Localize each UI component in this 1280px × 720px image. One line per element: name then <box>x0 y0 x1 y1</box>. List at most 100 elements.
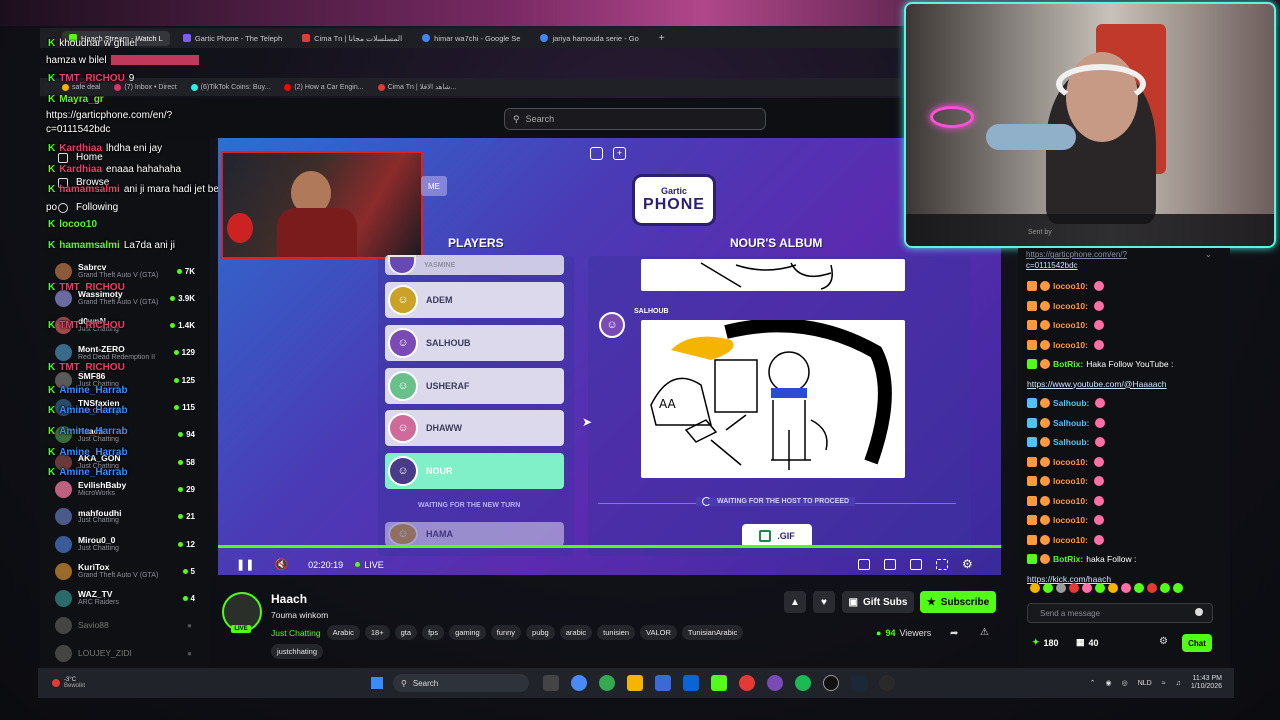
tag[interactable]: gta <box>394 625 418 640</box>
progress-bar[interactable] <box>218 545 1001 548</box>
sidebar-item-following[interactable]: Following <box>58 202 118 213</box>
chat-username[interactable]: Salhoub: <box>1053 398 1089 408</box>
weather-widget[interactable]: -3°C Bewolkt <box>52 677 85 689</box>
chat-username[interactable]: locoo10: <box>1053 457 1088 467</box>
player-row[interactable]: ☺ USHERAF <box>385 368 564 404</box>
chat-send-button[interactable]: Chat <box>1182 634 1212 652</box>
pip-icon[interactable] <box>910 558 922 570</box>
tag[interactable]: funny <box>490 625 522 640</box>
emote-icon[interactable] <box>1108 583 1118 593</box>
expand-icon[interactable]: + <box>613 147 626 160</box>
chat-username[interactable]: locoo10: <box>1053 476 1088 486</box>
chat-username[interactable]: Salhoub: <box>1053 418 1089 428</box>
sidebar-channel[interactable]: Mirou0_0 Just Chatting 12 <box>55 531 195 557</box>
chat-settings-gear-icon[interactable]: ⚙ <box>1159 636 1168 647</box>
tag[interactable]: fps <box>422 625 445 640</box>
chat-username[interactable]: BotRix: <box>1053 554 1083 564</box>
chat-username[interactable]: locoo10: <box>1053 281 1088 291</box>
search-input[interactable]: ⚲ Search <box>504 108 766 130</box>
emote-icon[interactable] <box>1134 583 1144 593</box>
bookmark[interactable]: (6)TikTok Coins: Buy... <box>190 83 270 91</box>
emote-icon[interactable] <box>1160 583 1170 593</box>
chat-username[interactable]: locoo10: <box>1053 515 1088 525</box>
player-row[interactable]: YASMINE <box>385 255 564 275</box>
bookmark[interactable]: Cima Tn | شاهد الافلا... <box>377 83 456 91</box>
chat-username[interactable]: locoo10: <box>1053 496 1088 506</box>
subscribe-button[interactable]: ★ Subscribe <box>920 591 996 613</box>
sidebar-channel[interactable]: EvilishBaby MicroWorks 29 <box>55 476 195 502</box>
channel-points[interactable]: ✦ 180 <box>1032 637 1059 648</box>
tag[interactable]: pubg <box>526 625 555 640</box>
mic-icon[interactable]: ◎ <box>1122 679 1128 687</box>
browser-tab[interactable]: Gartic Phone - The Teleph <box>176 31 289 46</box>
notification-bell-icon[interactable]: ▲ <box>784 591 806 613</box>
report-icon[interactable]: ⚠ <box>980 627 989 638</box>
sidebar-channel[interactable]: KuriTox Grand Theft Auto V (GTA) 5 <box>55 558 195 584</box>
emote-icon[interactable] <box>1030 583 1040 593</box>
spotify-icon[interactable] <box>795 675 812 691</box>
steam-icon[interactable] <box>851 675 868 691</box>
chat-input[interactable]: Send a message <box>1027 603 1213 623</box>
browser-tab[interactable]: Cima Tn | المسلسلات مجانا <box>295 31 409 46</box>
file-explorer-icon[interactable] <box>627 675 644 691</box>
copilot-icon[interactable] <box>571 675 588 691</box>
emote-icon[interactable] <box>1069 583 1079 593</box>
chat-message-link[interactable]: https://www.youtube.com/@Haaaach <box>1027 379 1167 389</box>
bookmark[interactable]: (7) Inbox • Direct <box>114 83 177 91</box>
taskbar-search[interactable]: ⚲ Search <box>393 674 530 692</box>
tag[interactable]: arabic <box>559 625 593 640</box>
browser-tab[interactable]: jariya hamouda serie - Go <box>533 31 645 46</box>
windows-start-icon[interactable] <box>371 677 384 689</box>
clip-icon[interactable] <box>858 558 870 570</box>
bookmark[interactable]: safe deal <box>62 83 100 91</box>
chat-username[interactable]: locoo10: <box>1053 301 1088 311</box>
pause-icon[interactable]: ❚❚ <box>236 558 254 571</box>
chat-username[interactable]: locoo10: <box>1053 320 1088 330</box>
pinned-link[interactable]: c=0111542bdc <box>1026 260 1127 271</box>
chevron-up-icon[interactable]: ⌃ <box>1090 679 1096 687</box>
tag[interactable]: gaming <box>449 625 486 640</box>
wifi-icon[interactable]: ≈ <box>1162 680 1166 687</box>
theater-icon[interactable] <box>884 558 896 570</box>
chat-username[interactable]: locoo10: <box>1053 340 1088 350</box>
sidebar-channel[interactable]: Savio88 ● <box>55 613 195 639</box>
gift-subs-button[interactable]: ▣ Gift Subs <box>842 591 914 613</box>
share-icon[interactable]: ➦ <box>950 628 958 639</box>
emote-icon[interactable] <box>1121 583 1131 593</box>
chat-count[interactable]: ▦ 40 <box>1076 637 1099 648</box>
sidebar-channel[interactable]: Sabrcv Grand Theft Auto V (GTA) 7K <box>55 258 195 284</box>
clock[interactable]: 11:43 PM 1/10/2026 <box>1191 675 1222 691</box>
follow-heart-icon[interactable]: ♥ <box>813 591 835 613</box>
obs-icon[interactable] <box>823 675 840 691</box>
chat-username[interactable]: locoo10: <box>1053 535 1088 545</box>
stream-category[interactable]: Just Chatting <box>271 628 321 638</box>
chat-link[interactable]: https://www.youtube.com/@Haaaach <box>1027 379 1167 389</box>
tag[interactable]: TunisianArabic <box>681 625 744 640</box>
opera-icon[interactable] <box>739 675 756 691</box>
channel-name[interactable]: Haach <box>271 592 307 606</box>
emote-icon[interactable] <box>1095 583 1105 593</box>
pinned-link[interactable]: https://garticphone.com/en/? <box>1026 249 1127 260</box>
emote-icon[interactable] <box>1147 583 1157 593</box>
network-icon[interactable]: ◉ <box>1106 679 1112 687</box>
volume-icon[interactable]: ♫ <box>1176 680 1181 687</box>
media-player-icon[interactable] <box>879 675 896 691</box>
emoji-icon[interactable] <box>1195 608 1203 616</box>
emote-icon[interactable] <box>1173 583 1183 593</box>
tag[interactable]: justchhating <box>271 644 324 659</box>
player-row[interactable]: ☺ SALHOUB <box>385 325 564 361</box>
chat-username[interactable]: Salhoub: <box>1053 437 1089 447</box>
player-row[interactable]: ☺ DHAWW <box>385 410 564 446</box>
tag[interactable]: tunisien <box>597 625 636 640</box>
discord-icon[interactable] <box>767 675 784 691</box>
chat-message-link[interactable]: https://kick.com/haach <box>1027 574 1111 584</box>
player-row[interactable]: ☺ HAMA <box>385 522 564 546</box>
language-indicator[interactable]: NLD <box>1138 680 1152 687</box>
chat-link[interactable]: https://kick.com/haach <box>1027 574 1111 584</box>
outlook-icon[interactable] <box>683 675 700 691</box>
chrome-icon[interactable] <box>599 675 616 691</box>
emote-icon[interactable] <box>1082 583 1092 593</box>
tag[interactable]: 18+ <box>364 625 390 640</box>
sidebar-channel[interactable]: mahfoudhi Just Chatting 21 <box>55 504 195 530</box>
emote-icon[interactable] <box>1056 583 1066 593</box>
